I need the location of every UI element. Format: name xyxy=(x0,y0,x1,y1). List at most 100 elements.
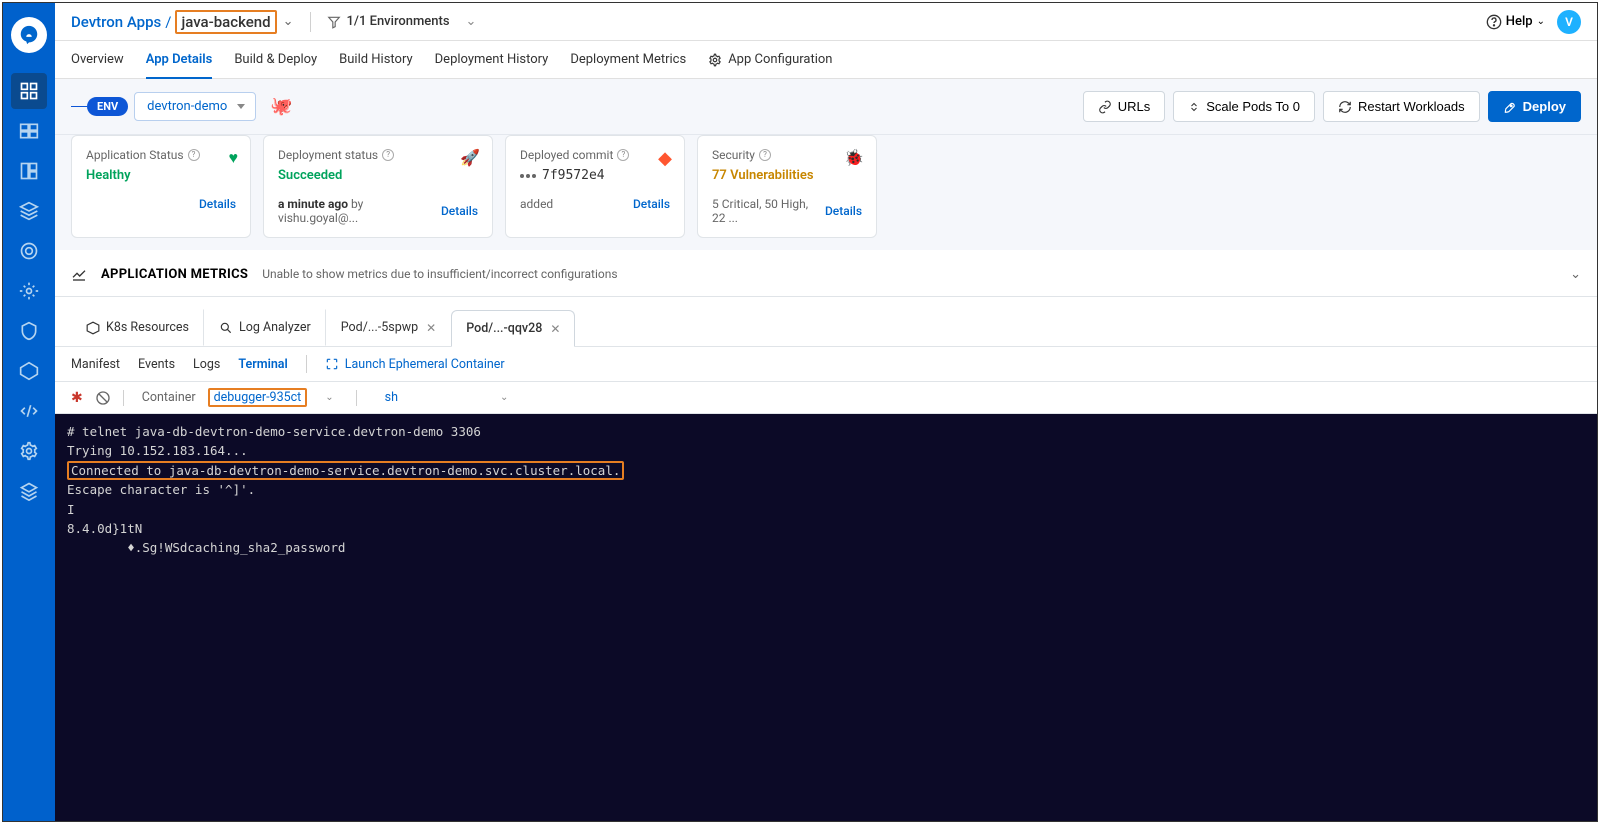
scale-pods-button[interactable]: Scale Pods To 0 xyxy=(1173,91,1315,122)
tab-app-details[interactable]: App Details xyxy=(146,42,213,79)
info-icon[interactable]: ? xyxy=(188,149,200,161)
urls-label: URLs xyxy=(1118,99,1151,114)
restart-workloads-button[interactable]: Restart Workloads xyxy=(1323,91,1480,122)
security-details[interactable]: Details xyxy=(825,204,862,218)
env-count-dropdown[interactable]: 1/1 Environments ⌄ xyxy=(327,14,477,29)
terminal-output[interactable]: # telnet java-db-devtron-demo-service.de… xyxy=(55,414,1597,821)
sidebar-resource-browser[interactable] xyxy=(11,193,47,229)
filter-icon xyxy=(327,15,341,29)
security-summary: 5 Critical, 50 High, 22 ... xyxy=(712,197,819,225)
deploy-rocket-icon: 🚀 xyxy=(460,148,480,167)
app-metrics-row[interactable]: APPLICATION METRICS Unable to show metri… xyxy=(55,250,1597,297)
env-count-label: 1/1 Environments xyxy=(347,14,450,29)
breadcrumb-sep: / xyxy=(165,13,171,31)
main: Devtron Apps / java-backend ⌄ 1/1 Enviro… xyxy=(55,3,1597,821)
sidebar-clusters[interactable] xyxy=(11,353,47,389)
deploy-button[interactable]: Deploy xyxy=(1488,91,1581,122)
tab-pod-2[interactable]: Pod/...-qqv28 ✕ xyxy=(451,310,575,347)
tab-log-analyzer[interactable]: Log Analyzer xyxy=(204,309,326,346)
pod-detail-tabs: Manifest Events Logs Terminal Launch Eph… xyxy=(55,347,1597,382)
git-icon: ◆ xyxy=(658,148,672,169)
tab-deployment-metrics[interactable]: Deployment Metrics xyxy=(570,41,686,78)
card-app-status: Application Status ? Healthy ♥ Details xyxy=(71,135,251,238)
sidebar-global-config[interactable] xyxy=(11,273,47,309)
chevron-down-icon[interactable]: ⌄ xyxy=(325,392,333,403)
tab-terminal[interactable]: Terminal xyxy=(238,357,287,372)
restart-label: Restart Workloads xyxy=(1358,99,1465,114)
env-pill: ENV xyxy=(87,97,128,116)
scale-icon xyxy=(1188,101,1200,113)
sidebar xyxy=(3,3,55,821)
card-security: Security ? 77 Vulnerabilities 🐞 5 Critic… xyxy=(697,135,877,238)
sidebar-jobs[interactable] xyxy=(11,113,47,149)
stop-icon[interactable] xyxy=(95,390,111,406)
info-icon[interactable]: ? xyxy=(382,149,394,161)
sidebar-settings[interactable] xyxy=(11,433,47,469)
deploy-time: a minute ago xyxy=(278,197,348,211)
close-icon[interactable]: ✕ xyxy=(426,321,436,335)
app-status-value: Healthy xyxy=(86,168,236,183)
user-avatar[interactable]: V xyxy=(1557,10,1581,34)
tab-build-deploy[interactable]: Build & Deploy xyxy=(234,41,317,78)
search-icon xyxy=(219,321,233,335)
launch-label: Launch Ephemeral Container xyxy=(345,357,505,372)
sidebar-chart-store[interactable] xyxy=(11,233,47,269)
tab-deployment-history[interactable]: Deployment History xyxy=(435,41,549,78)
breadcrumb-root[interactable]: Devtron Apps xyxy=(71,13,161,31)
chevron-down-icon[interactable]: ⌄ xyxy=(500,392,508,403)
info-icon[interactable]: ? xyxy=(759,149,771,161)
breadcrumb-app-name: java-backend xyxy=(175,10,276,34)
tab-pod-1[interactable]: Pod/...-5spwp ✕ xyxy=(326,309,451,346)
terminal-controls: ✱ Container debugger-935ct ⌄ sh ⌄ xyxy=(55,382,1597,414)
tab-manifest[interactable]: Manifest xyxy=(71,357,120,372)
tab-k8s-resources[interactable]: K8s Resources xyxy=(71,309,204,346)
env-select[interactable]: devtron-demo xyxy=(134,92,256,121)
security-value: 77 Vulnerabilities xyxy=(712,168,862,183)
squid-icon[interactable]: 🐙 xyxy=(270,96,292,117)
help-label: Help xyxy=(1506,14,1533,29)
app-tabs: Overview App Details Build & Deploy Buil… xyxy=(55,41,1597,79)
divider xyxy=(306,355,307,373)
divider xyxy=(310,12,311,32)
sidebar-app-groups[interactable] xyxy=(11,153,47,189)
tab-events[interactable]: Events xyxy=(138,357,175,372)
launch-ephemeral-button[interactable]: Launch Ephemeral Container xyxy=(325,357,505,372)
tab-build-history[interactable]: Build History xyxy=(339,41,413,78)
sidebar-code[interactable] xyxy=(11,393,47,429)
tab-logs[interactable]: Logs xyxy=(193,357,220,372)
disconnect-icon[interactable]: ✱ xyxy=(71,390,83,406)
sidebar-security[interactable] xyxy=(11,313,47,349)
restart-icon xyxy=(1338,100,1352,114)
term-line: Trying 10.152.183.164... xyxy=(67,443,248,458)
container-select[interactable]: debugger-935ct xyxy=(208,388,308,407)
help-menu[interactable]: Help ⌄ xyxy=(1486,14,1545,30)
urls-button[interactable]: URLs xyxy=(1083,91,1166,122)
deploy-status-details[interactable]: Details xyxy=(441,204,478,218)
app-dropdown-chevron[interactable]: ⌄ xyxy=(283,14,294,29)
term-line: ♦.Sg!WSdcaching_sha2_password xyxy=(67,540,345,555)
log-label: Log Analyzer xyxy=(239,320,311,335)
app-status-details[interactable]: Details xyxy=(199,197,236,211)
info-icon[interactable]: ? xyxy=(617,149,629,161)
tab-overview[interactable]: Overview xyxy=(71,41,124,78)
heartbeat-icon: ♥ xyxy=(229,148,239,168)
commit-hash: 7f9572e4 xyxy=(542,168,605,183)
metrics-title: APPLICATION METRICS xyxy=(101,267,248,282)
close-icon[interactable]: ✕ xyxy=(550,322,560,336)
term-line: # telnet java-db-devtron-demo-service.de… xyxy=(67,424,481,439)
sidebar-apps[interactable] xyxy=(11,73,47,109)
tab-app-configuration[interactable]: App Configuration xyxy=(708,41,832,78)
sidebar-stack[interactable] xyxy=(11,473,47,509)
tab-app-config-label: App Configuration xyxy=(728,52,832,67)
shell-select[interactable]: sh xyxy=(385,390,398,405)
link-icon xyxy=(1098,100,1112,114)
help-icon xyxy=(1486,14,1502,30)
commit-details[interactable]: Details xyxy=(633,197,670,211)
divider xyxy=(356,390,357,406)
env-select-value: devtron-demo xyxy=(147,99,227,114)
scale-pods-label: Scale Pods To 0 xyxy=(1206,99,1300,114)
topbar: Devtron Apps / java-backend ⌄ 1/1 Enviro… xyxy=(55,3,1597,41)
pod2-label: Pod/...-qqv28 xyxy=(466,321,542,336)
deploy-status-title: Deployment status xyxy=(278,148,378,162)
term-line-highlighted: Connected to java-db-devtron-demo-servic… xyxy=(67,461,624,480)
